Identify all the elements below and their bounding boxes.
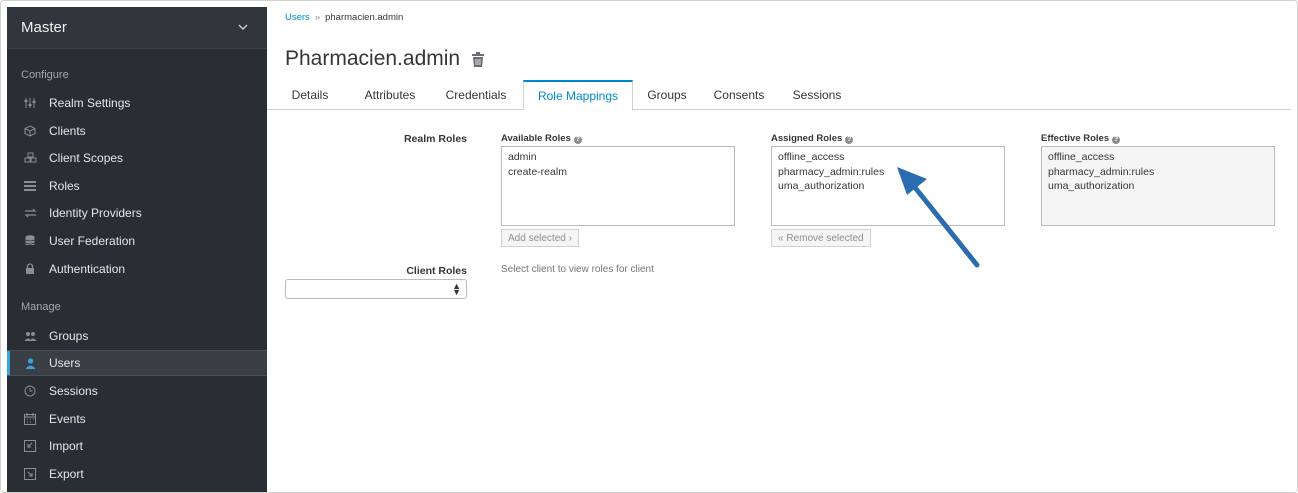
clock-icon — [23, 384, 37, 398]
cubes-icon — [23, 151, 37, 165]
sidebar-item-roles[interactable]: Roles — [7, 173, 267, 199]
sidebar-item-label: Groups — [49, 329, 89, 343]
lock-icon — [23, 262, 37, 276]
sidebar: Master Configure Realm Settings Clients … — [7, 7, 267, 492]
sidebar-item-label: Identity Providers — [49, 206, 142, 220]
sidebar-item-label: Authentication — [49, 262, 126, 276]
users-icon — [23, 329, 37, 343]
sidebar-item-label: Roles — [49, 179, 80, 193]
sidebar-item-label: Export — [49, 467, 84, 481]
chevron-down-icon — [238, 24, 248, 30]
sidebar-item-import[interactable]: Import — [7, 433, 267, 459]
user-icon — [23, 356, 37, 370]
sidebar-item-label: Realm Settings — [49, 96, 131, 110]
sidebar-item-identity-providers[interactable]: Identity Providers — [7, 200, 267, 226]
cube-icon — [23, 124, 37, 138]
app-window: Master Configure Realm Settings Clients … — [0, 0, 1298, 493]
sidebar-item-user-federation[interactable]: User Federation — [7, 228, 267, 254]
export-icon — [23, 467, 37, 481]
sidebar-item-label: Client Scopes — [49, 151, 124, 165]
section-manage: Manage — [21, 301, 61, 313]
sidebar-item-client-scopes[interactable]: Client Scopes — [7, 145, 267, 171]
sidebar-item-clients[interactable]: Clients — [7, 118, 267, 144]
sidebar-item-export[interactable]: Export — [7, 461, 267, 487]
exchange-icon — [23, 206, 37, 220]
sidebar-item-authentication[interactable]: Authentication — [7, 256, 267, 282]
sidebar-item-groups[interactable]: Groups — [7, 323, 267, 349]
sidebar-item-label: Sessions — [49, 384, 98, 398]
sidebar-item-users[interactable]: Users — [7, 350, 267, 376]
main-content: Users» pharmacien.admin Pharmacien.admin … — [267, 7, 1291, 492]
section-configure: Configure — [21, 69, 69, 81]
list-icon — [23, 179, 37, 193]
calendar-icon — [23, 412, 37, 426]
sidebar-item-label: User Federation — [49, 234, 136, 248]
database-icon — [23, 234, 37, 248]
annotation-arrow — [897, 167, 980, 268]
sidebar-item-label: Users — [49, 356, 81, 370]
sliders-icon — [23, 96, 37, 110]
sidebar-item-label: Clients — [49, 124, 86, 138]
import-icon — [23, 439, 37, 453]
sidebar-item-events[interactable]: Events — [7, 406, 267, 432]
realm-name: Master — [21, 19, 67, 36]
sidebar-item-realm-settings[interactable]: Realm Settings — [7, 90, 267, 116]
sidebar-item-sessions[interactable]: Sessions — [7, 378, 267, 404]
sidebar-item-label: Import — [49, 439, 84, 453]
sidebar-item-label: Events — [49, 412, 86, 426]
realm-selector[interactable]: Master — [7, 7, 267, 49]
